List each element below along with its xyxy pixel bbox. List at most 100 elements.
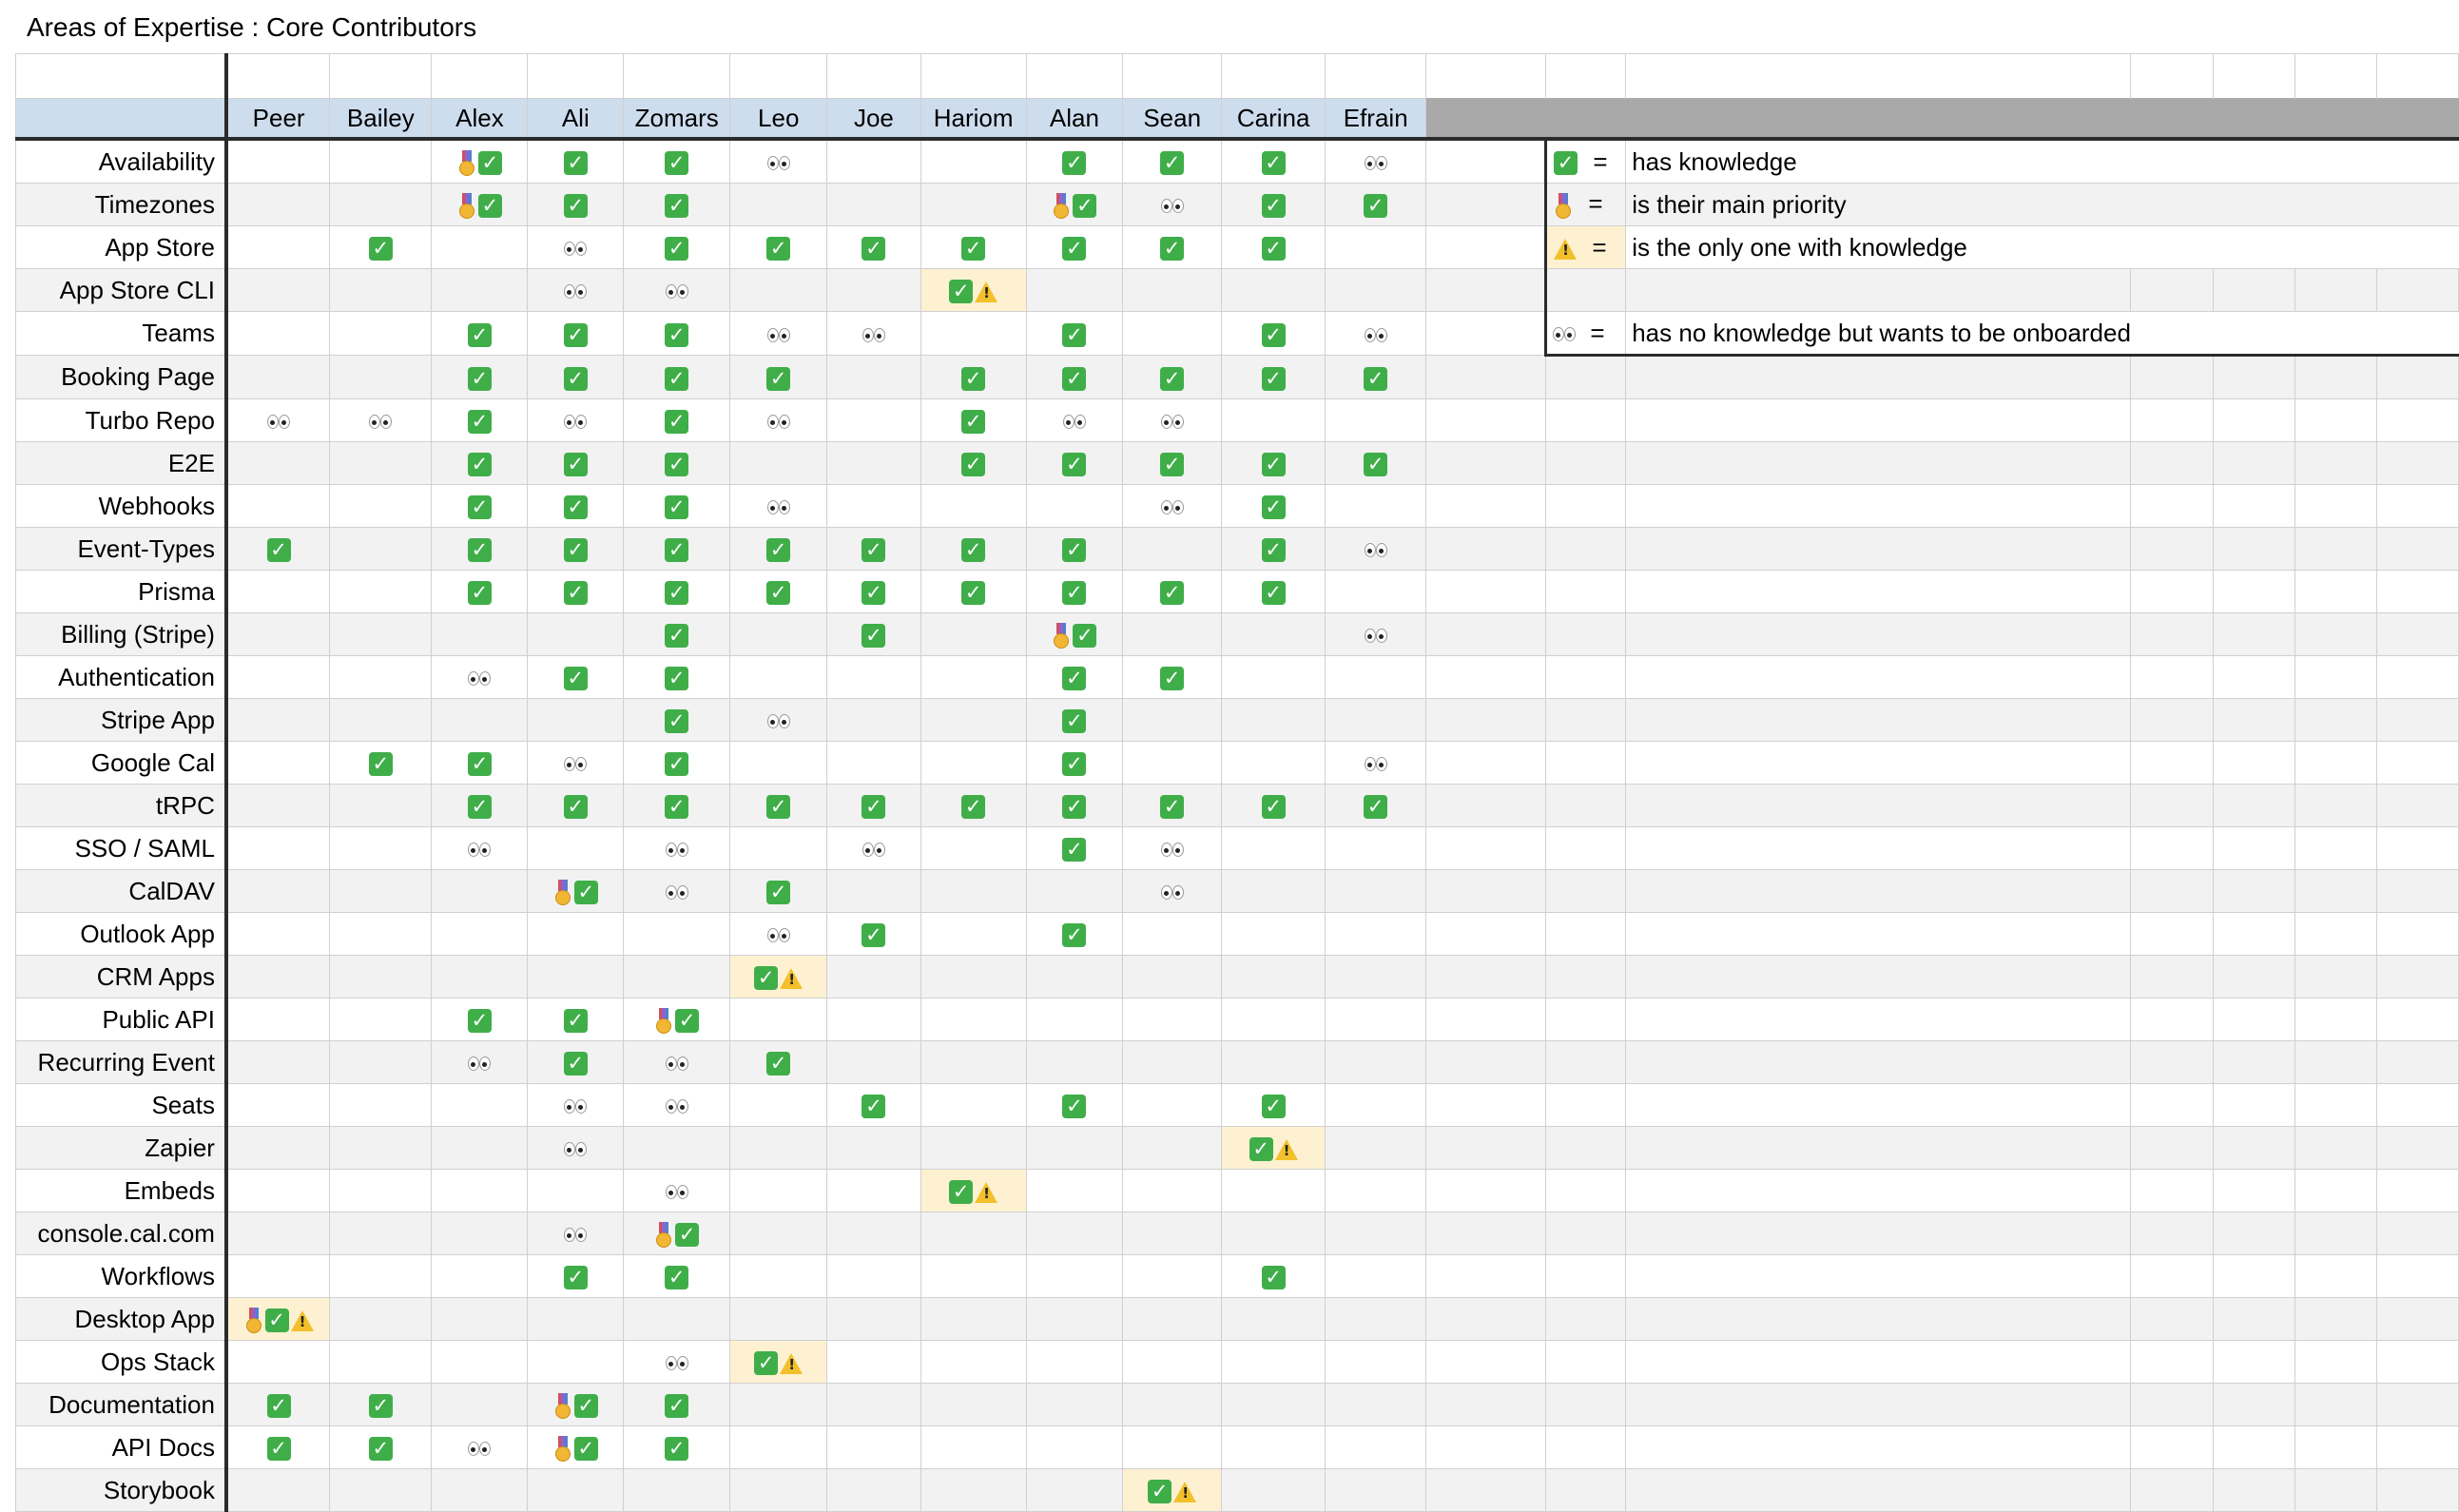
cell[interactable] <box>2375 484 2459 528</box>
cell-zomars[interactable] <box>623 1083 731 1127</box>
cell-hariom[interactable] <box>920 612 1027 656</box>
cell-alan[interactable]: ✓ <box>1025 1083 1124 1127</box>
cell[interactable] <box>2375 53 2459 99</box>
cell-peer[interactable] <box>225 1212 331 1255</box>
cell-carina[interactable] <box>1221 612 1326 656</box>
cell-efrain[interactable] <box>1325 1340 1427 1384</box>
cell-bailey[interactable] <box>329 1169 433 1212</box>
cell-sean[interactable]: ✓ <box>1122 441 1223 485</box>
cell-leo[interactable] <box>729 1468 828 1512</box>
cell-joe[interactable] <box>826 484 921 528</box>
cell-leo[interactable] <box>729 1126 828 1170</box>
cell[interactable] <box>1545 784 1627 827</box>
cell[interactable] <box>2375 998 2459 1041</box>
area-label[interactable]: Availability <box>14 138 228 184</box>
cell[interactable] <box>1545 1126 1627 1170</box>
cell[interactable] <box>1545 741 1627 785</box>
area-label[interactable]: Teams <box>14 311 228 356</box>
cell[interactable] <box>2212 1340 2295 1384</box>
cell-carina[interactable] <box>1221 955 1326 998</box>
cell-efrain[interactable] <box>1325 1468 1427 1512</box>
cell[interactable] <box>1545 612 1627 656</box>
cell[interactable] <box>2375 869 2459 913</box>
cell-hariom[interactable]: ✓ <box>920 398 1027 442</box>
cell[interactable] <box>2375 355 2459 399</box>
cell[interactable] <box>1625 1169 2132 1212</box>
cell-alan[interactable] <box>1025 1425 1124 1469</box>
cell[interactable] <box>2294 784 2377 827</box>
cell[interactable] <box>2375 1254 2459 1298</box>
cell-hariom[interactable] <box>920 183 1027 226</box>
cell-carina[interactable] <box>1221 998 1326 1041</box>
cell[interactable] <box>1545 398 1627 442</box>
cell-carina[interactable]: ✓ <box>1221 441 1326 485</box>
cell[interactable] <box>2130 355 2214 399</box>
cell[interactable] <box>2212 398 2295 442</box>
cell[interactable] <box>2375 1169 2459 1212</box>
cell-hariom[interactable] <box>920 1040 1027 1084</box>
cell[interactable] <box>826 53 921 99</box>
cell-zomars[interactable]: ✓ <box>623 998 731 1041</box>
cell[interactable] <box>2375 1383 2459 1426</box>
cell[interactable] <box>1425 1040 1547 1084</box>
cell-ali[interactable] <box>527 826 625 870</box>
cell[interactable] <box>2130 484 2214 528</box>
cell-ali[interactable] <box>527 698 625 742</box>
cell-joe[interactable] <box>826 955 921 998</box>
cell[interactable] <box>2212 527 2295 571</box>
cell-leo[interactable]: ✓ <box>729 355 828 399</box>
cell[interactable] <box>2213 225 2295 269</box>
column-header-alan[interactable]: Alan <box>1025 98 1124 141</box>
cell-sean[interactable]: ✓ <box>1122 355 1223 399</box>
cell-efrain[interactable] <box>1325 655 1427 699</box>
cell-peer[interactable] <box>225 1468 331 1512</box>
cell-peer[interactable]: ✓ <box>225 1297 331 1341</box>
cell-hariom[interactable]: ✓ <box>920 268 1027 312</box>
cell[interactable] <box>2130 741 2214 785</box>
cell-alan[interactable] <box>1025 1126 1124 1170</box>
cell-leo[interactable] <box>729 912 828 956</box>
cell[interactable] <box>1025 53 1124 99</box>
cell[interactable] <box>2376 138 2459 184</box>
cell[interactable] <box>2212 912 2295 956</box>
cell-hariom[interactable] <box>920 698 1027 742</box>
cell[interactable] <box>2375 1297 2459 1341</box>
cell[interactable] <box>2130 1169 2214 1212</box>
cell-zomars[interactable] <box>623 869 731 913</box>
cell[interactable] <box>2294 1425 2377 1469</box>
cell-efrain[interactable]: ✓ <box>1325 355 1427 399</box>
cell-bailey[interactable] <box>329 1212 433 1255</box>
cell-efrain[interactable] <box>1325 398 1427 442</box>
cell[interactable] <box>1425 225 1547 269</box>
cell-sean[interactable] <box>1122 955 1223 998</box>
area-label[interactable]: Authentication <box>14 655 228 699</box>
cell[interactable] <box>2294 698 2377 742</box>
cell[interactable] <box>1545 1425 1627 1469</box>
cell[interactable] <box>1625 784 2132 827</box>
column-header-hariom[interactable]: Hariom <box>920 98 1027 141</box>
cell[interactable] <box>1625 355 2132 399</box>
cell-ali[interactable]: ✓ <box>527 869 625 913</box>
cell-alan[interactable] <box>1025 1383 1124 1426</box>
cell-peer[interactable] <box>225 398 331 442</box>
cell[interactable] <box>2130 311 2214 357</box>
cell-carina[interactable] <box>1221 826 1326 870</box>
cell-hariom[interactable] <box>920 311 1027 356</box>
cell-alan[interactable]: ✓ <box>1025 441 1124 485</box>
cell-peer[interactable] <box>225 998 331 1041</box>
cell-alex[interactable] <box>431 869 529 913</box>
cell-sean[interactable]: ✓ <box>1122 570 1223 613</box>
cell-carina[interactable] <box>1221 1212 1326 1255</box>
cell-ali[interactable]: ✓ <box>527 138 625 184</box>
cell-peer[interactable] <box>225 355 331 399</box>
cell-alan[interactable] <box>1025 1254 1124 1298</box>
cell-alex[interactable] <box>431 1254 529 1298</box>
cell[interactable] <box>1425 138 1547 184</box>
cell-alan[interactable]: ✓ <box>1025 698 1124 742</box>
area-label[interactable]: Ops Stack <box>14 1340 228 1384</box>
cell[interactable] <box>1545 912 1627 956</box>
cell-zomars[interactable]: ✓ <box>623 484 731 528</box>
cell-joe[interactable] <box>826 1425 921 1469</box>
cell-bailey[interactable] <box>329 311 433 356</box>
cell[interactable] <box>1425 612 1547 656</box>
